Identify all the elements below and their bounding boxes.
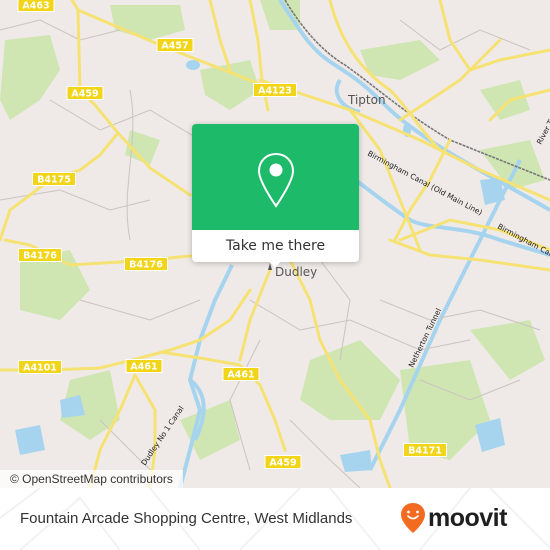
water-label-river-tame: River Tame <box>535 105 550 146</box>
road-shield-b4176: B4176 <box>18 248 62 262</box>
road-shield-label: A459 <box>269 458 296 469</box>
road-shield-label: A457 <box>161 41 188 52</box>
road-shield-label: A4123 <box>258 86 292 97</box>
location-title: Fountain Arcade Shopping Centre, West Mi… <box>20 510 353 527</box>
popup-pointer <box>268 260 282 268</box>
popup-header <box>192 124 359 230</box>
map-pin-icon <box>257 152 295 208</box>
map-attribution[interactable]: © OpenStreetMap contributors <box>0 470 183 488</box>
road-shield-a457: A457 <box>156 38 194 52</box>
road-shield-label: A459 <box>71 89 98 100</box>
road-shield-label: B4175 <box>37 175 71 186</box>
road-shield-b4175: B4175 <box>32 172 76 186</box>
road-shield-b4176: B4176 <box>124 257 168 271</box>
road-shield-a461: A461 <box>222 367 260 381</box>
road-shield-a463: A463 <box>17 0 55 12</box>
road-shield-label: B4176 <box>23 251 57 262</box>
footer-bar: Fountain Arcade Shopping Centre, West Mi… <box>0 488 550 550</box>
road-shield-a459: A459 <box>264 455 302 469</box>
road-shield-a4101: A4101 <box>18 360 62 374</box>
water-label-birmingham-canal: Birmingham Canal <box>496 222 550 263</box>
road-shield-label: B4176 <box>129 260 163 271</box>
road-shield-a459: A459 <box>66 86 104 100</box>
road-shield-a461: A461 <box>125 359 163 373</box>
road-shield-label: A463 <box>22 1 49 12</box>
moovit-logo[interactable]: moovit <box>400 502 507 534</box>
take-me-there-button[interactable]: Take me there <box>192 230 359 262</box>
road-shield-label: A461 <box>130 362 157 373</box>
water-label-birmingham-canal-old-main-line: Birmingham Canal (Old Main Line) <box>366 149 484 217</box>
water-label-dudley-no1-canal: Dudley No 1 Canal <box>139 404 186 467</box>
water-label-netherton-tunnel: Netherton Tunnel <box>407 307 443 369</box>
moovit-pin-icon <box>401 503 425 533</box>
map-view[interactable]: A463 A457 A4123 A459 B4175 B4176 B4176 A4101 A46… <box>0 0 550 488</box>
road-shield-label: A461 <box>227 370 254 381</box>
road-shield-label: A4101 <box>23 363 57 374</box>
directions-popup[interactable]: Take me there <box>192 124 359 268</box>
road-shield-a4123: A4123 <box>253 83 297 97</box>
road-shield-label: B4171 <box>408 446 442 457</box>
place-label-tipton: Tipton <box>347 93 386 107</box>
moovit-wordmark: moovit <box>428 503 507 532</box>
road-shield-b4171: B4171 <box>403 443 447 457</box>
